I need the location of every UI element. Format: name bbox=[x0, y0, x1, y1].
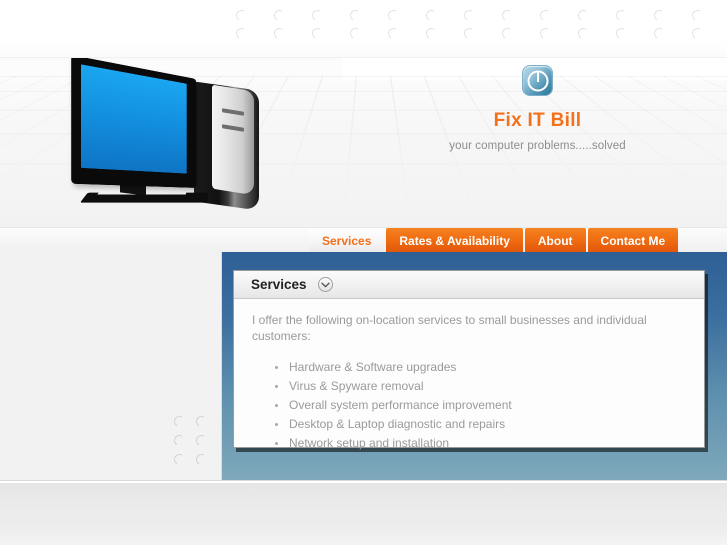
decorative-dot bbox=[194, 433, 209, 448]
nav-tab-about[interactable]: About bbox=[524, 228, 586, 253]
services-card-body: I offer the following on-location servic… bbox=[234, 299, 704, 453]
decorative-dot bbox=[576, 26, 591, 40]
desktop-computer-illustration bbox=[71, 58, 287, 227]
decorative-dot bbox=[194, 414, 209, 429]
brand-block: Fix IT Bill your computer problems.....s… bbox=[430, 58, 645, 152]
decorative-dot bbox=[424, 26, 439, 40]
decorative-dot bbox=[386, 26, 401, 40]
service-list-item: Network setup and installation bbox=[275, 434, 686, 453]
page-root: Fix IT Bill your computer problems.....s… bbox=[0, 0, 727, 545]
service-list-item: Desktop & Laptop diagnostic and repairs bbox=[275, 415, 686, 434]
decorative-dot bbox=[576, 8, 591, 22]
decorative-dot bbox=[652, 8, 667, 22]
monitor-bezel bbox=[71, 58, 197, 188]
decorative-dot bbox=[462, 26, 477, 40]
services-card-title: Services bbox=[251, 277, 307, 292]
service-list-item: Overall system performance improvement bbox=[275, 396, 686, 415]
decorative-dot bbox=[614, 8, 629, 22]
services-intro-text: I offer the following on-location servic… bbox=[252, 313, 647, 343]
computer-tower-front-panel bbox=[212, 84, 254, 196]
decorative-dot bbox=[500, 8, 515, 22]
nav-tab-contact-me[interactable]: Contact Me bbox=[587, 228, 679, 253]
decorative-dot bbox=[234, 26, 249, 40]
decorative-dot bbox=[462, 8, 477, 22]
masthead: Fix IT Bill your computer problems.....s… bbox=[0, 57, 727, 227]
brand-title: Fix IT Bill bbox=[493, 110, 582, 131]
decorative-dot bbox=[424, 8, 439, 22]
decorative-dot bbox=[272, 8, 287, 22]
decorative-dot bbox=[234, 8, 249, 22]
decorative-dot bbox=[194, 452, 209, 467]
decorative-dot bbox=[538, 26, 553, 40]
services-card: Services I offer the following on-locati… bbox=[233, 270, 705, 450]
left-sidebar bbox=[0, 252, 222, 480]
decorative-dot bbox=[310, 26, 325, 40]
decorative-dot bbox=[690, 26, 705, 40]
decorative-dot bbox=[172, 433, 187, 448]
services-card-header: Services bbox=[234, 271, 704, 299]
decorative-dot bbox=[500, 26, 515, 40]
decorative-dot bbox=[172, 414, 187, 429]
monitor-screen bbox=[81, 64, 187, 174]
chevron-down-icon[interactable] bbox=[317, 277, 333, 292]
top-decorative-band bbox=[0, 0, 727, 57]
brand-tagline: your computer problems.....solved bbox=[449, 140, 626, 152]
footer bbox=[0, 484, 727, 545]
top-band-fade bbox=[0, 42, 727, 57]
decorative-dot bbox=[172, 452, 187, 467]
decorative-dot bbox=[310, 8, 325, 22]
nav-tab-services[interactable]: Services bbox=[309, 228, 385, 253]
services-list: Hardware & Software upgrades Virus & Spyw… bbox=[252, 358, 686, 453]
decorative-dot bbox=[652, 26, 667, 40]
service-list-item: Hardware & Software upgrades bbox=[275, 358, 686, 377]
nav-tab-rates-availability[interactable]: Rates & Availability bbox=[386, 228, 523, 253]
sidebar-dot-pattern bbox=[172, 412, 218, 470]
decorative-dot bbox=[272, 26, 287, 40]
navigation-bar: Services Rates & Availability About Contact… bbox=[0, 227, 727, 253]
decorative-dot bbox=[538, 8, 553, 22]
decorative-dot bbox=[614, 26, 629, 40]
decorative-dot bbox=[386, 8, 401, 22]
service-list-item: Virus & Spyware removal bbox=[275, 377, 686, 396]
decorative-dot bbox=[690, 8, 705, 22]
power-button-icon bbox=[522, 65, 553, 96]
navigation-tabs: Services Rates & Availability About Contact… bbox=[309, 228, 679, 253]
top-dot-pattern bbox=[234, 6, 727, 42]
decorative-dot bbox=[348, 26, 363, 40]
decorative-dot bbox=[348, 8, 363, 22]
